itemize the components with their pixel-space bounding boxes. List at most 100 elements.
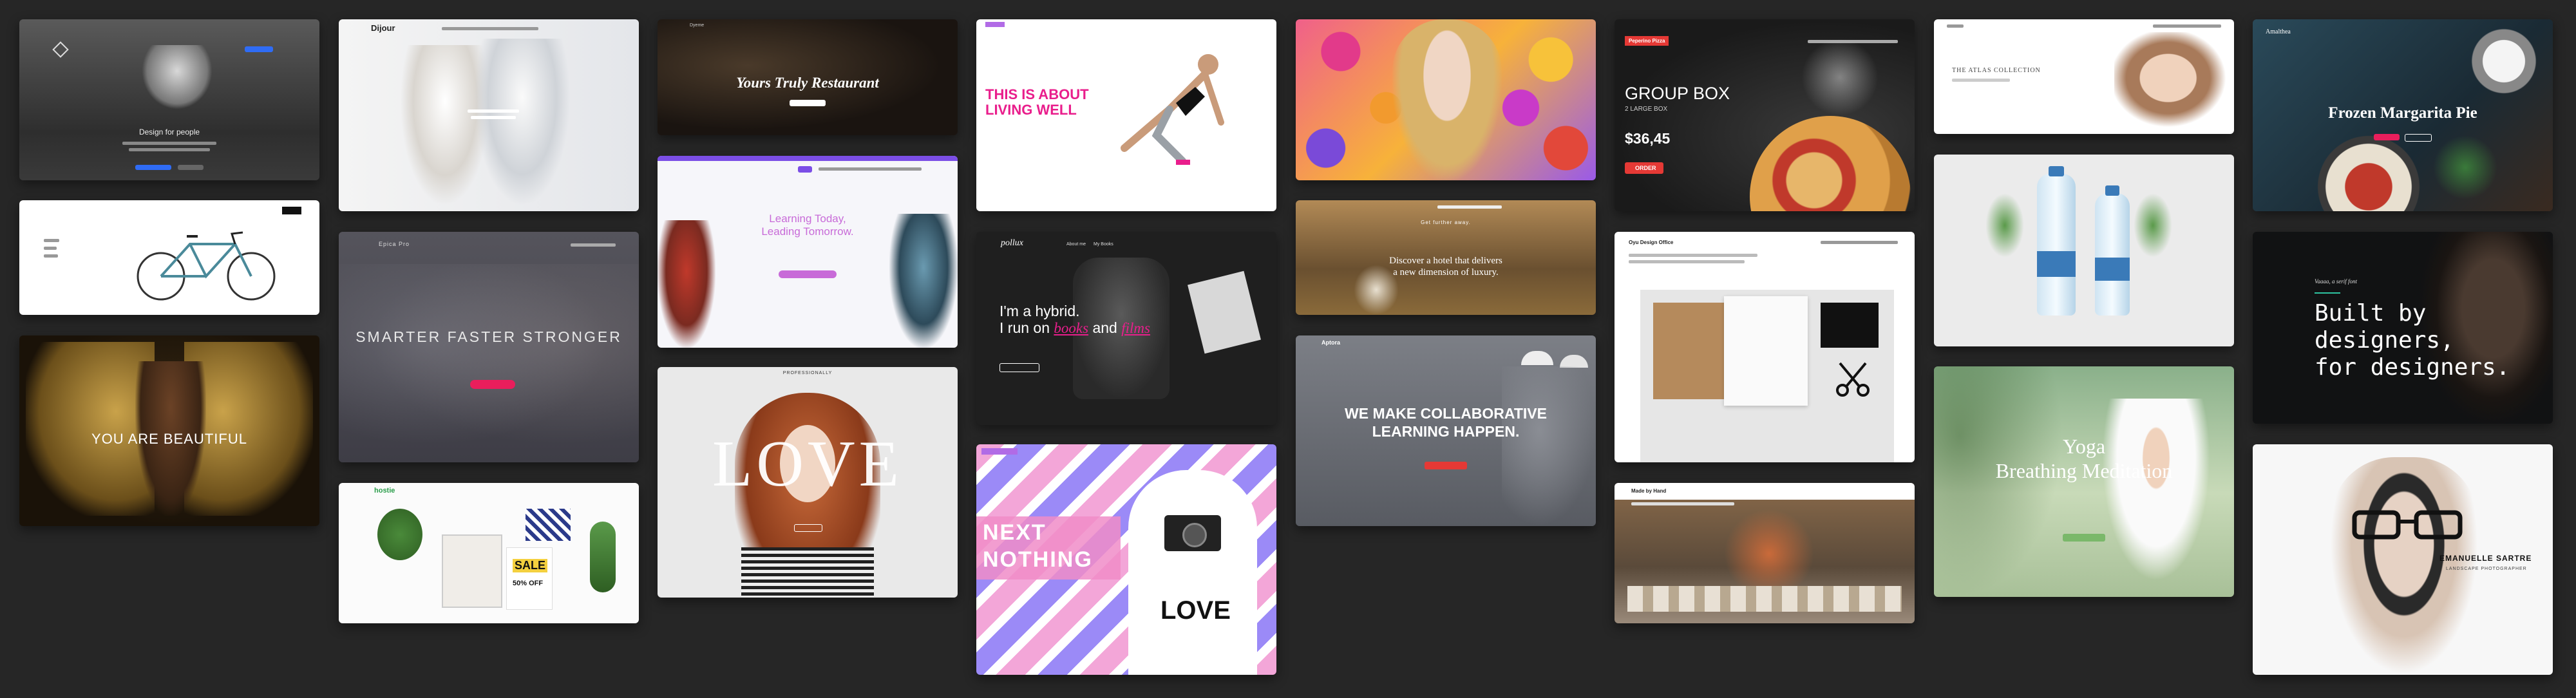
athlete-figure	[1099, 39, 1253, 180]
yoga-button[interactable]	[2063, 534, 2105, 542]
camera-lens-icon	[1182, 523, 1207, 547]
collab-heading-2: LEARNING HAPPEN.	[1372, 423, 1520, 440]
secondary-button[interactable]	[178, 165, 204, 170]
card-yoga[interactable]: Yoga Breathing Meditation	[1934, 366, 2234, 597]
bottle-label	[2095, 258, 2130, 281]
leaf-branch	[2134, 193, 2172, 258]
card-water-bottles[interactable]	[1934, 155, 2234, 346]
pizza-icon	[1750, 116, 1911, 211]
hotel-heading-1: Discover a hotel that delivers	[1389, 256, 1502, 266]
card-group-box[interactable]: Peperino Pizza GROUP BOX 2 LARGE BOX $36…	[1615, 19, 1915, 211]
card-collaborative[interactable]: Aptora WE MAKE COLLABORATIVE LEARNING HA…	[1296, 335, 1596, 526]
restaurant-heading: Yours Truly Restaurant	[736, 75, 879, 91]
order-button[interactable]: ORDER	[1625, 162, 1663, 174]
card-you-are-beautiful[interactable]: YOU ARE BEAUTIFUL	[19, 335, 319, 526]
card-sartre[interactable]: EMANUELLE SARTRE LANDSCAPE PHOTOGRAPHER	[2253, 444, 2553, 675]
side-menu-item[interactable]	[44, 247, 57, 250]
bottle-icon	[2037, 166, 2076, 316]
plant-icon	[377, 509, 422, 560]
description-line	[1629, 254, 1757, 257]
built-pre: Vaaaa, a serif font	[2315, 278, 2358, 285]
hotel-heading-2: a new dimension of luxury.	[1393, 267, 1499, 278]
card-dijour[interactable]: Dijour	[339, 19, 639, 211]
glasses-icon	[2349, 509, 2465, 541]
person-left	[658, 220, 715, 348]
hotel-pre: Get further away.	[1421, 220, 1471, 225]
built-heading-1: Built by	[2315, 300, 2427, 326]
margarita-button-2[interactable]	[2405, 134, 2432, 142]
top-nav[interactable]	[1437, 205, 1502, 209]
salt-bowl	[2465, 26, 2543, 97]
card-flowers[interactable]	[1296, 19, 1596, 180]
hero-button[interactable]	[470, 380, 515, 389]
card-smarter-faster[interactable]: Epica Pro SMARTER FASTER STRONGER	[339, 232, 639, 462]
side-menu-item[interactable]	[44, 254, 58, 258]
collab-button[interactable]	[1425, 462, 1467, 469]
card-margarita[interactable]: Amalthea Frozen Margarita Pie	[2253, 19, 2553, 211]
hero-text-line	[468, 109, 519, 113]
card-next-nothing[interactable]: NEXT NOTHING LOVE	[976, 444, 1276, 675]
header-cta-button[interactable]	[245, 46, 273, 52]
love-heading: LOVE	[712, 428, 903, 500]
card-atlas[interactable]: THE ATLAS COLLECTION	[1934, 19, 2234, 134]
nav-books[interactable]: My Books	[1094, 242, 1113, 247]
built-heading-2: designers,	[2315, 327, 2454, 354]
pollux-heading-2c: and	[1088, 319, 1122, 336]
camera-icon	[1164, 515, 1221, 551]
blonde-portrait	[1392, 19, 1502, 180]
card-built-by-designers[interactable]: Vaaaa, a serif font Built by designers, …	[2253, 232, 2553, 424]
card-made-by-hand[interactable]: Made by Hand	[1615, 483, 1915, 623]
top-right-badge[interactable]	[282, 207, 301, 214]
card-hotel[interactable]: Get further away. Discover a hotel that …	[1296, 200, 1596, 315]
envelope	[1821, 303, 1879, 348]
card-design-for-people[interactable]: Design for people	[19, 19, 319, 180]
card-restaurant[interactable]: Dyeme Yours Truly Restaurant	[658, 19, 958, 135]
card-learning[interactable]: Learning Today, Leading Tomorrow.	[658, 156, 958, 348]
love-button[interactable]	[794, 524, 822, 532]
aptora-logo: Aptora	[1321, 339, 1340, 346]
kraft-bag	[1653, 303, 1724, 399]
workers-figures	[1502, 366, 1596, 526]
worker-hardhat	[1560, 355, 1588, 368]
top-nav[interactable]	[819, 167, 922, 171]
top-nav[interactable]	[2153, 24, 2221, 28]
top-nav[interactable]	[571, 243, 616, 247]
bottle-cap	[2105, 185, 2119, 196]
girl-figure	[474, 39, 571, 206]
margarita-button[interactable]	[2374, 134, 2400, 140]
card-bicycle[interactable]	[19, 200, 319, 315]
card-love[interactable]: PROFESSIONALLY LOVE	[658, 367, 958, 598]
primary-button[interactable]	[135, 165, 171, 170]
cushion	[526, 509, 571, 541]
card-pollux[interactable]: pollux About me My Books I'm a hybrid. I…	[976, 232, 1276, 425]
description-line	[1629, 260, 1745, 263]
bottle-cap	[2049, 166, 2064, 176]
description-line	[122, 142, 216, 145]
pollux-button[interactable]	[999, 363, 1039, 372]
notebook	[1188, 270, 1261, 354]
top-nav[interactable]	[1631, 502, 1734, 505]
pollux-films: films	[1121, 320, 1150, 336]
card-hostie[interactable]: hostie SALE 50% OFF	[339, 483, 639, 623]
top-label	[981, 448, 1018, 455]
top-nav[interactable]	[1947, 24, 1964, 28]
reserve-button[interactable]	[790, 100, 826, 106]
top-nav[interactable]	[1821, 241, 1898, 244]
card-living-well[interactable]: THIS IS ABOUT LIVING WELL	[976, 19, 1276, 211]
pottery-shelf	[1627, 586, 1902, 612]
top-nav[interactable]	[442, 27, 538, 30]
group-subheading: 2 LARGE BOX	[1625, 106, 1668, 113]
bottle-icon	[2095, 185, 2130, 316]
dancer-figure	[142, 45, 213, 109]
learning-button[interactable]	[779, 270, 837, 278]
scissors-icon	[1833, 361, 1872, 399]
smoke	[1801, 39, 1879, 116]
margarita-heading: Frozen Margarita Pie	[2328, 104, 2477, 122]
group-price: $36,45	[1625, 130, 1671, 147]
nav-about[interactable]: About me	[1066, 242, 1086, 247]
card-design-office[interactable]: Oyu Design Office	[1615, 232, 1915, 462]
nav-active-tab[interactable]	[798, 166, 812, 173]
leaf-branch	[1985, 193, 2024, 258]
sale-bag	[506, 547, 553, 610]
side-menu-item[interactable]	[44, 239, 59, 242]
